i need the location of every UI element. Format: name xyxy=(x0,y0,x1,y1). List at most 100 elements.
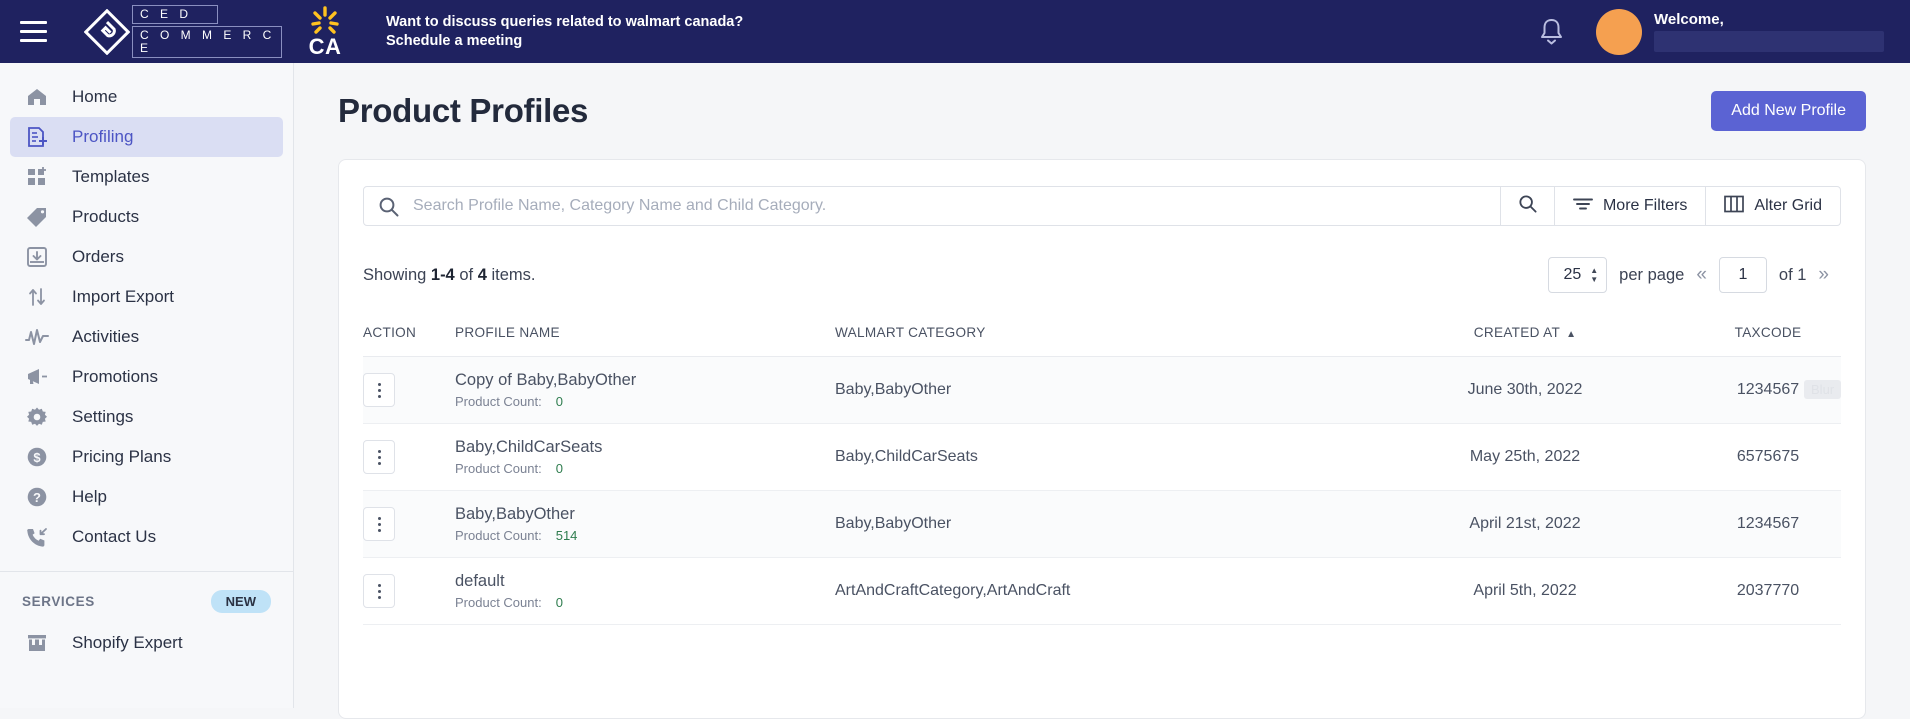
product-count-label: Product Count: xyxy=(455,595,542,610)
product-count: Product Count: 0 xyxy=(455,394,835,409)
sidebar-item-home[interactable]: Home xyxy=(10,77,283,117)
walmart-ca-label: CA xyxy=(308,34,342,59)
services-new-badge: NEW xyxy=(210,590,271,613)
profile-name: Baby,ChildCarSeats xyxy=(455,438,603,456)
column-header-taxcode[interactable]: TAXCODE xyxy=(1695,312,1841,357)
per-page-select[interactable]: 25 ▲ ▼ xyxy=(1548,257,1608,293)
alter-grid-label: Alter Grid xyxy=(1754,197,1822,214)
column-header-created-at[interactable]: CREATED AT ▲ xyxy=(1355,312,1695,357)
cell-profile-name: Baby,ChildCarSeats Product Count: 0 xyxy=(455,423,835,491)
sidebar-item-templates[interactable]: Templates xyxy=(10,157,283,197)
table-row[interactable]: Baby,ChildCarSeats Product Count: 0 Baby,… xyxy=(363,423,1841,491)
table-row[interactable]: Baby,BabyOther Product Count: 514 Baby,Ba… xyxy=(363,490,1841,558)
sidebar-item-promotions[interactable]: Promotions xyxy=(10,357,283,397)
more-filters-button[interactable]: More Filters xyxy=(1554,186,1707,226)
cell-action xyxy=(363,490,455,558)
sidebar-item-products[interactable]: Products xyxy=(10,197,283,237)
main-content: Product Profiles Add New Profile Search … xyxy=(294,63,1910,719)
sidebar-item-profiling[interactable]: Profiling xyxy=(10,117,283,157)
import-export-icon xyxy=(22,285,52,309)
row-actions-kebab-icon[interactable] xyxy=(363,507,395,541)
row-actions-kebab-icon[interactable] xyxy=(363,574,395,608)
cell-created-at: May 25th, 2022 xyxy=(1355,423,1695,491)
sidebar-label-profiling: Profiling xyxy=(72,127,134,146)
product-count: Product Count: 0 xyxy=(455,461,835,476)
sort-ascending-icon: ▲ xyxy=(1566,329,1577,340)
sidebar-item-activities[interactable]: Activities xyxy=(10,317,283,357)
search-icon xyxy=(1518,194,1537,218)
schedule-meeting-link[interactable]: Schedule a meeting xyxy=(386,33,522,49)
search-icon xyxy=(378,196,399,217)
cell-taxcode: 1234567 xyxy=(1695,490,1841,558)
add-new-profile-button[interactable]: Add New Profile xyxy=(1711,91,1866,131)
tag-icon xyxy=(22,205,52,229)
sidebar-item-help[interactable]: ? Help xyxy=(10,477,283,517)
services-title: SERVICES xyxy=(22,594,95,609)
sidebar-nav: Home Profiling Templates Products Orders… xyxy=(0,63,294,708)
ced-word-line2: C O M M E R C E xyxy=(132,26,282,58)
storefront-icon xyxy=(22,631,52,655)
hamburger-menu-icon[interactable] xyxy=(0,0,66,63)
page-header: Product Profiles Add New Profile xyxy=(338,63,1866,159)
question-circle-icon: ? xyxy=(22,485,52,509)
showing-summary: Showing 1-4 of 4 items. xyxy=(363,266,536,285)
orders-inbox-icon xyxy=(22,245,52,269)
showing-of: of xyxy=(459,265,474,284)
search-box[interactable] xyxy=(363,186,1501,226)
sidebar-label-home: Home xyxy=(72,87,118,106)
cell-action xyxy=(363,356,455,424)
table-row[interactable]: default Product Count: 0 ArtAndCraftCateg… xyxy=(363,557,1841,625)
sidebar-item-pricing-plans[interactable]: $ Pricing Plans xyxy=(10,437,283,477)
table-head: ACTION PROFILE NAME WALMART CATEGORY CRE… xyxy=(363,312,1841,357)
table-row[interactable]: Copy of Baby,BabyOther Product Count: 0 B… xyxy=(363,356,1842,424)
row-actions-kebab-icon[interactable] xyxy=(363,440,395,474)
sidebar-label-products: Products xyxy=(72,207,140,226)
header-right-cluster: Welcome, xyxy=(1528,8,1910,55)
column-header-action[interactable]: ACTION xyxy=(363,312,455,357)
sidebar-label-shopify-expert: Shopify Expert xyxy=(72,633,183,652)
walmart-spark-icon xyxy=(311,6,339,34)
last-page-button[interactable]: » xyxy=(1806,264,1841,286)
profile-name: Baby,BabyOther xyxy=(455,505,575,523)
search-submit-button[interactable] xyxy=(1500,186,1555,226)
current-page-input[interactable]: 1 xyxy=(1718,257,1767,293)
search-input[interactable] xyxy=(413,197,1500,215)
product-count-label: Product Count: xyxy=(455,461,542,476)
sidebar-item-settings[interactable]: Settings xyxy=(10,397,283,437)
promo-banner: Want to discuss queries related to walma… xyxy=(386,13,786,51)
filter-icon xyxy=(1573,196,1593,217)
templates-icon xyxy=(22,165,52,189)
column-header-profile-name[interactable]: PROFILE NAME xyxy=(455,312,835,357)
cedcommerce-logo[interactable]: C E D C O M M E R C E xyxy=(83,5,282,58)
showing-suffix: items. xyxy=(491,265,536,284)
cell-created-at: April 21st, 2022 xyxy=(1355,490,1695,558)
taxcode-wrap: 1234567 Blur xyxy=(1736,380,1842,399)
cell-walmart-category: Baby,BabyOther xyxy=(835,356,1355,424)
row-actions-kebab-icon[interactable] xyxy=(363,373,395,407)
results-meta-row: Showing 1-4 of 4 items. 25 ▲ ▼ per page … xyxy=(363,256,1841,294)
user-welcome-block: Welcome, xyxy=(1654,11,1910,52)
sidebar-label-activities: Activities xyxy=(72,327,140,346)
profiles-table: ACTION PROFILE NAME WALMART CATEGORY CRE… xyxy=(363,312,1842,625)
sidebar-item-import-export[interactable]: Import Export xyxy=(10,277,283,317)
blur-chip: Blur xyxy=(1804,380,1842,399)
sidebar-item-orders[interactable]: Orders xyxy=(10,237,283,277)
sidebar-item-shopify-expert[interactable]: Shopify Expert xyxy=(10,623,283,663)
sidebar-item-contact-us[interactable]: Contact Us xyxy=(10,517,283,557)
cell-profile-name: default Product Count: 0 xyxy=(455,557,835,625)
product-count-value: 0 xyxy=(555,394,563,409)
cell-walmart-category: Baby,ChildCarSeats xyxy=(835,423,1355,491)
home-icon xyxy=(22,85,52,109)
product-count: Product Count: 514 xyxy=(455,528,835,543)
product-count-value: 514 xyxy=(555,528,578,543)
column-header-walmart-category[interactable]: WALMART CATEGORY xyxy=(835,312,1355,357)
avatar[interactable] xyxy=(1596,8,1642,55)
table-body: Copy of Baby,BabyOther Product Count: 0 B… xyxy=(363,356,1842,625)
svg-text:?: ? xyxy=(33,490,41,505)
sidebar-label-templates: Templates xyxy=(72,167,150,186)
taxcode-value: 1234567 xyxy=(1736,381,1800,398)
alter-grid-button[interactable]: Alter Grid xyxy=(1706,186,1841,226)
bell-icon[interactable] xyxy=(1528,9,1574,55)
profile-name: Copy of Baby,BabyOther xyxy=(455,371,637,389)
first-page-button[interactable]: « xyxy=(1684,264,1719,286)
